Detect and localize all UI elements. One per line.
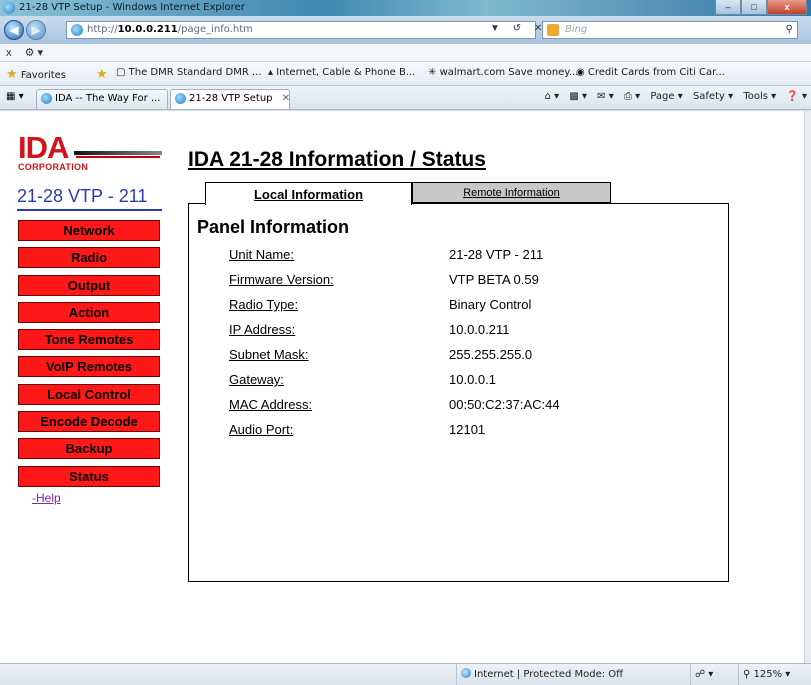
search-icon[interactable]: ⚲ xyxy=(786,22,793,38)
url-input[interactable]: http://10.0.0.211/page_info.htm xyxy=(66,21,536,39)
feeds-icon[interactable]: ▩ ▾ xyxy=(569,91,587,102)
page-title: IDA 21-28 Information / Status xyxy=(188,148,486,171)
favorite-link[interactable]: ▴ Internet, Cable & Phone B... xyxy=(268,67,415,78)
nav-encode-decode-button[interactable]: Encode Decode xyxy=(18,411,160,433)
logo-swoosh xyxy=(74,151,162,155)
help-icon[interactable]: ❓ ▾ xyxy=(786,91,807,102)
favorite-link[interactable]: ◉ Credit Cards from Citi Car... xyxy=(576,67,725,78)
protected-mode-icon[interactable]: ☍ ▾ xyxy=(690,664,734,685)
browser-tab-bar: ▦ ▾ IDA -- The Way For ... 21-28 VTP Set… xyxy=(0,86,811,110)
add-favorite-icon[interactable]: ★ xyxy=(96,67,108,82)
info-row-audio-port: Audio Port: 12101 xyxy=(229,422,486,437)
ie-logo-icon xyxy=(3,2,15,14)
nav-network-button[interactable]: Network xyxy=(18,220,160,241)
browser-tab[interactable]: IDA -- The Way For ... xyxy=(36,89,168,109)
page-favicon-icon xyxy=(71,24,83,36)
globe-icon xyxy=(461,668,471,678)
nav-action-button[interactable]: Action xyxy=(18,301,160,323)
favorites-bar: ★ Favorites ★ ▢ The DMR Standard DMR ...… xyxy=(0,62,811,86)
tab-favicon-icon xyxy=(175,93,186,104)
nav-backup-button[interactable]: Backup xyxy=(18,438,160,460)
favorite-link[interactable]: ▢ The DMR Standard DMR ... xyxy=(116,67,262,78)
info-row-subnet-mask: Subnet Mask: 255.255.255.0 xyxy=(229,347,533,362)
info-row-ip-address: IP Address: 10.0.0.211 xyxy=(229,322,510,337)
toolbar-options-icon[interactable]: ⚙ ▾ xyxy=(25,47,43,59)
info-row-firmware-version: Firmware Version: VTP BETA 0.59 xyxy=(229,272,539,287)
nav-voip-remotes-button[interactable]: VoIP Remotes xyxy=(18,356,160,378)
window-controls: – □ x xyxy=(715,0,807,16)
info-row-radio-type: Radio Type: Binary Control xyxy=(229,297,532,312)
star-icon: ★ xyxy=(6,67,18,82)
status-bar: Internet | Protected Mode: Off ☍ ▾ ⚲ 125… xyxy=(0,663,811,685)
mail-icon[interactable]: ✉ ▾ xyxy=(597,91,614,102)
toolbar-close-button[interactable]: x xyxy=(6,47,12,59)
section-title: Panel Information xyxy=(197,217,350,237)
zoom-control[interactable]: ⚲ 125% ▾ xyxy=(738,664,808,685)
minimize-button[interactable]: – xyxy=(715,0,741,15)
window-title: 21-28 VTP Setup - Windows Internet Explo… xyxy=(19,2,245,13)
forward-button[interactable]: ▶ xyxy=(26,20,46,40)
refresh-stop-icons[interactable]: ▼ ↺ ✕ xyxy=(490,23,547,34)
nav-status-button[interactable]: Status xyxy=(18,465,160,487)
zoom-icon: ⚲ xyxy=(743,669,751,680)
info-row-mac-address: MAC Address: 00:50:C2:37:AC:44 xyxy=(229,397,560,412)
favorite-link[interactable]: ✳ walmart.com Save money... xyxy=(428,67,578,78)
home-icon[interactable]: ⌂ ▾ xyxy=(545,91,560,102)
print-icon[interactable]: ⎙ ▾ xyxy=(624,91,640,102)
info-row-unit-name: Unit Name: 21-28 VTP - 211 xyxy=(229,247,544,262)
ida-logo: IDA CORPORATION xyxy=(18,132,163,178)
tab-favicon-icon xyxy=(41,93,52,104)
vertical-scrollbar[interactable] xyxy=(804,111,811,663)
info-row-gateway: Gateway: 10.0.0.1 xyxy=(229,372,496,387)
side-navigation: Network Radio Output Action Tone Remotes… xyxy=(18,220,160,493)
logo-swoosh-red xyxy=(76,156,160,158)
tab-remote-information[interactable]: Remote Information xyxy=(412,182,611,203)
back-button[interactable]: ◀ xyxy=(4,20,24,40)
page-viewport: IDA CORPORATION 21-28 VTP - 211 Network … xyxy=(0,111,804,663)
help-link[interactable]: -Help xyxy=(32,491,61,505)
extra-toolbar: x ⚙ ▾ xyxy=(0,44,811,62)
security-zone[interactable]: Internet | Protected Mode: Off xyxy=(456,664,686,685)
browser-tab-active[interactable]: 21-28 VTP Setup ✕ xyxy=(170,89,290,109)
quick-tabs-icon[interactable]: ▦ ▾ xyxy=(6,91,24,102)
page-menu[interactable]: Page ▾ xyxy=(650,91,682,102)
tab-close-icon[interactable]: ✕ xyxy=(282,93,290,104)
bing-icon xyxy=(547,24,559,36)
nav-tone-remotes-button[interactable]: Tone Remotes xyxy=(18,329,160,351)
nav-output-button[interactable]: Output xyxy=(18,274,160,296)
address-bar: ◀ ▶ http://10.0.0.211/page_info.htm ▼ ↺ … xyxy=(0,16,811,44)
tools-menu[interactable]: Tools ▾ xyxy=(743,91,776,102)
command-bar: ⌂ ▾ ▩ ▾ ✉ ▾ ⎙ ▾ Page ▾ Safety ▾ Tools ▾ … xyxy=(538,91,807,102)
unit-label: 21-28 VTP - 211 xyxy=(17,186,162,211)
nav-local-control-button[interactable]: Local Control xyxy=(18,383,160,405)
safety-menu[interactable]: Safety ▾ xyxy=(693,91,733,102)
search-input[interactable]: Bing ⚲ xyxy=(542,21,798,39)
nav-radio-button[interactable]: Radio xyxy=(18,247,160,269)
info-table: Unit Name: 21-28 VTP - 211 Firmware Vers… xyxy=(229,247,629,447)
maximize-button[interactable]: □ xyxy=(741,0,767,15)
favorites-button[interactable]: ★ Favorites xyxy=(6,67,66,82)
window-titlebar: 21-28 VTP Setup - Windows Internet Explo… xyxy=(0,0,811,16)
close-window-button[interactable]: x xyxy=(767,0,807,15)
